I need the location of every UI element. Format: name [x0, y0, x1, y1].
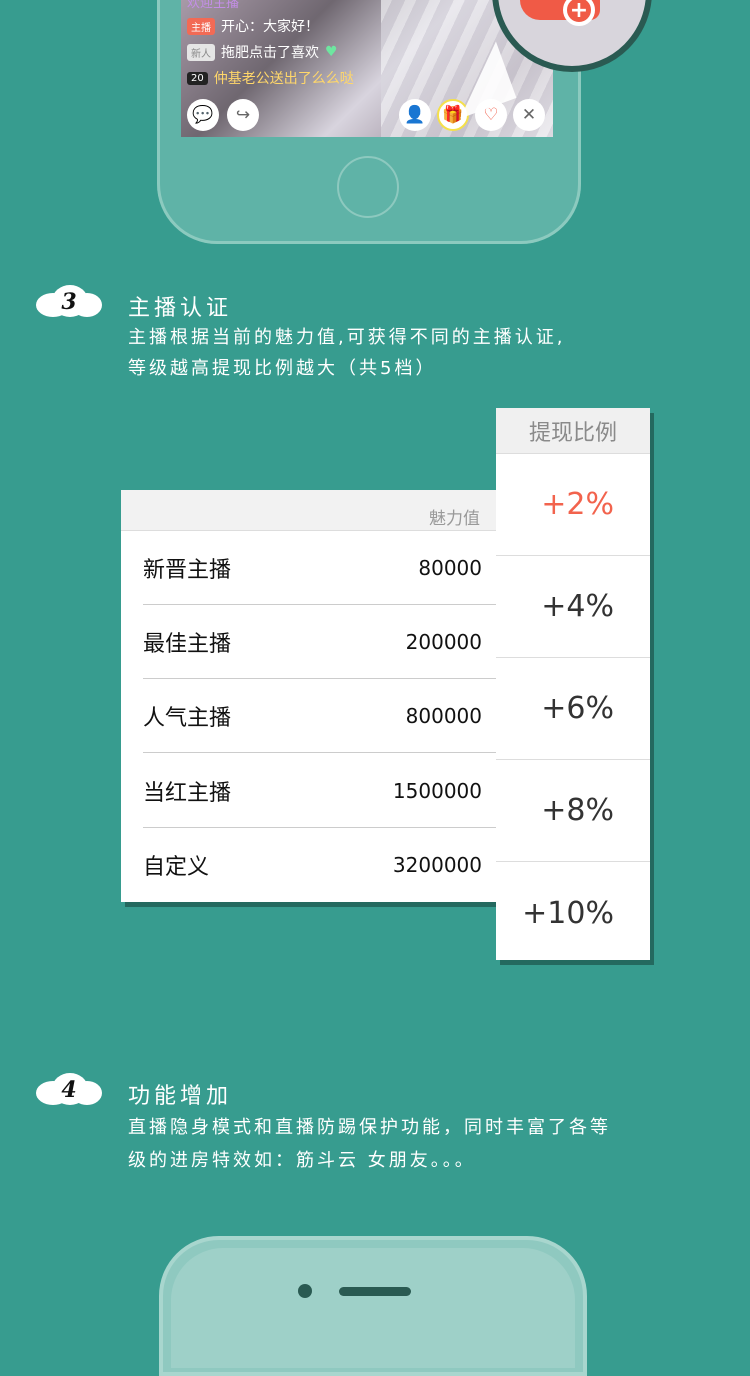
follow-icon[interactable]: 👤: [399, 99, 431, 131]
chat-message: 20 仲基老公送出了么么哒: [187, 68, 354, 88]
table-row: 人气主播 800000: [143, 679, 496, 753]
charm-value: 200000: [405, 629, 482, 654]
ratio-value: +6%: [496, 658, 650, 760]
chat-header: 欢迎主播: [187, 0, 240, 11]
charm-value: 3200000: [392, 853, 482, 877]
chat-text: 开心：大家好！: [221, 19, 319, 35]
level-name: 当红主播: [143, 780, 232, 806]
section-number-badge: 3: [36, 285, 102, 319]
charm-value: 80000: [418, 555, 482, 580]
level-name: 新晋主播: [143, 557, 232, 583]
section-description-line: 主播根据当前的魅力值,可获得不同的主播认证,: [128, 327, 566, 348]
camera-icon: [298, 1284, 312, 1298]
comment-icon[interactable]: 💬: [187, 99, 219, 131]
new-user-badge: 新人: [187, 43, 215, 61]
charm-column-header: 魅力值: [429, 509, 480, 529]
table-row: 当红主播 1500000: [143, 754, 496, 828]
section-title: 功能增加: [128, 1084, 233, 1109]
share-icon[interactable]: ↪: [227, 99, 259, 131]
chat-message: 新人 拖肥点击了喜欢 ♥: [187, 42, 338, 62]
charm-value: 800000: [405, 703, 482, 728]
ratio-value: +8%: [496, 760, 650, 862]
table-row: 自定义 3200000: [143, 828, 496, 902]
host-badge: 主播: [187, 17, 215, 35]
chat-message: 主播 开心：大家好！: [187, 16, 319, 36]
level-name: 人气主播: [143, 705, 232, 731]
home-button: [337, 156, 399, 218]
section-description-line: 级的进房特效如：筋斗云 女朋友。。。: [128, 1150, 476, 1171]
table-header: 魅力值: [121, 490, 496, 531]
chat-text: 仲基老公送出了么么哒: [213, 71, 354, 87]
heart-icon: ♥: [325, 44, 338, 60]
section-number: 3: [61, 289, 77, 315]
section-description-line: 直播隐身模式和直播防踢保护功能，同时丰富了各等: [128, 1117, 611, 1138]
withdraw-ratio-column: 提现比例 +2% +4% +6% +8% +10%: [496, 408, 650, 960]
charm-value: 1500000: [392, 778, 482, 803]
close-icon[interactable]: ✕: [513, 99, 545, 131]
level-badge: 20: [187, 71, 208, 85]
table-row: 新晋主播 80000: [143, 531, 496, 605]
level-name: 最佳主播: [143, 631, 232, 657]
phone-face: [171, 1248, 575, 1368]
ratio-column-header: 提现比例: [496, 408, 650, 454]
section-number: 4: [61, 1077, 77, 1103]
level-name: 自定义: [143, 855, 210, 880]
speaker-grille: [339, 1287, 411, 1296]
section-description-line: 等级越高提现比例越大（共5档）: [128, 358, 437, 379]
section-number-badge: 4: [36, 1073, 102, 1107]
ratio-value: +2%: [496, 454, 650, 556]
ratio-value: +10%: [522, 895, 614, 931]
charm-level-table: 魅力值 新晋主播 80000 最佳主播 200000 人气主播 800000 当…: [121, 490, 496, 902]
ratio-value: +4%: [496, 556, 650, 658]
table-row: 最佳主播 200000: [143, 605, 496, 679]
chat-text: 拖肥点击了喜欢: [221, 45, 319, 61]
section-title: 主播认证: [128, 296, 233, 321]
